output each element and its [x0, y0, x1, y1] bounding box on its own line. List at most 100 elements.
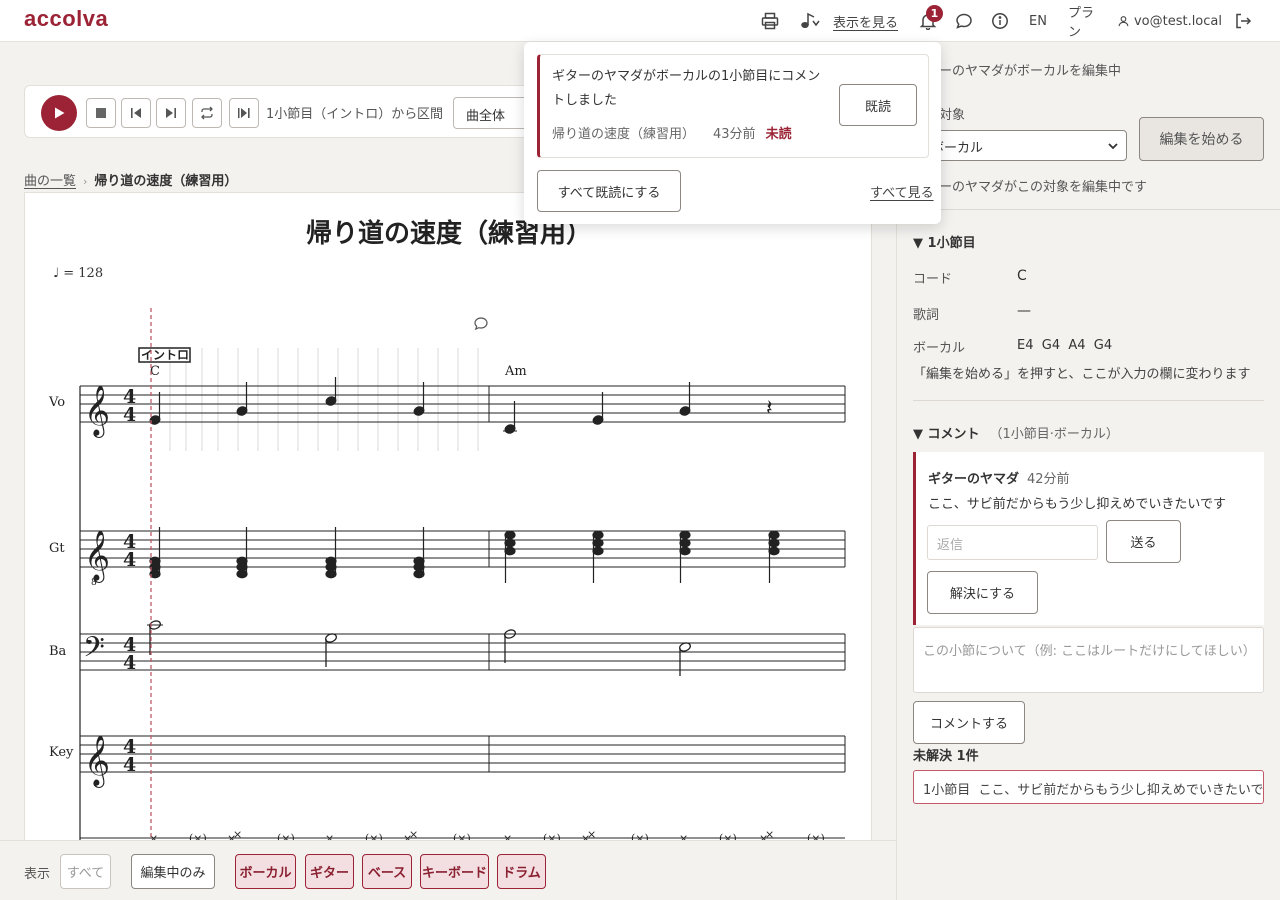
filter-vocal-button[interactable]: ボーカル: [235, 854, 296, 889]
notification-meta: 帰り道の速度（練習用） 43分前 未読: [552, 123, 792, 142]
rest-icon: 𝄽: [766, 396, 773, 421]
part-filter-bar: 表示 すべて 編集中のみ ボーカル ギター ベース キーボード ドラム: [0, 840, 896, 900]
edit-target-select[interactable]: ボーカル: [920, 130, 1127, 161]
user-menu[interactable]: vo@test.local: [1118, 0, 1222, 42]
comment-section-toggle[interactable]: ▼ コメント （1小節目·ボーカル）: [913, 423, 1119, 442]
mark-read-button[interactable]: 既読: [839, 84, 917, 126]
part-label-keyboard: Key: [49, 745, 74, 760]
previous-measure-button[interactable]: [121, 98, 151, 128]
jump-end-icon: [238, 108, 250, 118]
tempo-marking: ♩ = 128: [53, 266, 103, 281]
notification-song: 帰り道の速度（練習用）: [552, 127, 696, 142]
range-label: 区間: [417, 107, 444, 122]
user-email: vo@test.local: [1133, 13, 1222, 29]
unresolved-heading: 未解決 1件: [913, 749, 979, 764]
guitar-chords: [149, 527, 780, 583]
resolve-button[interactable]: 解決にする: [927, 571, 1038, 614]
submit-comment-button[interactable]: コメントする: [913, 701, 1025, 744]
new-comment-textarea[interactable]: この小節について（例: ここはルートだけにしてほしい）: [913, 627, 1264, 693]
notification-message: ギターのヤマダがボーカルの1小節目にコメントしました: [552, 69, 821, 108]
divider: [897, 209, 1280, 210]
send-reply-button[interactable]: 送る: [1106, 520, 1181, 563]
part-label-guitar: Gt: [49, 541, 65, 556]
next-measure-button[interactable]: [156, 98, 186, 128]
treble-clef-8vb-icon: 𝄞: [84, 530, 110, 583]
score-notes-icon[interactable]: [798, 0, 822, 42]
time-signature-bottom: 4: [123, 652, 136, 674]
score-view[interactable]: 帰り道の速度（練習用） ♩ = 128 イントロ C Am Vo 𝄞 4 4 𝄽…: [24, 192, 872, 900]
comment-author: ギターのヤマダ: [928, 472, 1020, 487]
comment-author-line: ギターのヤマダ 42分前: [928, 468, 1070, 487]
print-icon[interactable]: [758, 0, 782, 42]
time-signature-bottom: 4: [123, 549, 136, 571]
reply-input[interactable]: 返信: [927, 525, 1098, 560]
vocal-key: ボーカル: [913, 341, 966, 356]
transport-bar: 1小節目（イントロ）から 区間 曲全体: [24, 85, 545, 138]
section-marker: イントロ: [141, 348, 189, 362]
comment-context: （1小節目·ボーカル）: [989, 427, 1119, 442]
measure-section-toggle[interactable]: ▼ 1小節目: [913, 232, 976, 251]
filter-guitar-button[interactable]: ギター: [305, 854, 354, 889]
vocal-notes-value: E4 G4 A4 G4: [1017, 338, 1113, 353]
play-button[interactable]: [41, 95, 77, 131]
lyric-value: —: [1017, 303, 1031, 319]
bass-clef-icon: 𝄢: [83, 631, 105, 671]
notification-button[interactable]: 1: [914, 0, 943, 42]
chord-am: Am: [504, 364, 527, 379]
comment-heading: ▼ コメント: [913, 427, 980, 442]
logout-icon[interactable]: [1231, 0, 1255, 42]
time-signature-bottom: 4: [123, 754, 136, 776]
staff-keyboard[interactable]: Key 𝄞 4 4: [49, 735, 846, 788]
top-bar: accolva 表示を見る 1 EN プラン vo@test.local: [0, 0, 1280, 42]
filter-bass-button[interactable]: ベース: [362, 854, 412, 889]
playback-position: 1小節目（イントロ）から: [266, 107, 418, 122]
chord-key: コード: [913, 272, 953, 287]
language-toggle[interactable]: EN: [1026, 0, 1050, 42]
play-icon: [55, 107, 65, 119]
staff-bass[interactable]: Ba 𝄢 4 4: [49, 620, 846, 676]
time-signature-bottom: 4: [123, 404, 136, 426]
unread-badge: 未読: [765, 127, 792, 142]
breadcrumb-separator: ›: [83, 175, 88, 188]
mark-all-read-button[interactable]: すべて既読にする: [537, 170, 681, 212]
notification-item[interactable]: ギターのヤマダがボーカルの1小節目にコメントしました 帰り道の速度（練習用） 43…: [537, 54, 929, 158]
breadcrumb-song-list[interactable]: 曲の一覧: [24, 174, 76, 189]
skip-back-icon: [131, 108, 141, 118]
stop-button[interactable]: [86, 98, 116, 128]
jump-to-end-button[interactable]: [229, 98, 259, 128]
part-label-vocal: Vo: [48, 395, 65, 410]
filter-all-button[interactable]: すべて: [60, 854, 111, 889]
breadcrumb-current: 帰り道の速度（練習用）: [94, 174, 238, 189]
staff-vocal[interactable]: Vo 𝄞 4 4 𝄽: [48, 377, 846, 438]
comment-marker-icon[interactable]: [474, 317, 488, 331]
comment-thread: ギターのヤマダ 42分前 ここ、サビ前だからもう少し抑えめでいきたいです 返信 送…: [913, 452, 1264, 625]
editing-notice: ギターのヤマダがボーカルを編集中: [913, 64, 1122, 79]
divider: [913, 400, 1264, 401]
skip-forward-icon: [166, 108, 176, 118]
start-edit-button[interactable]: 編集を始める: [1139, 117, 1264, 161]
edit-grid: [169, 348, 479, 451]
notification-dropdown: ギターのヤマダがボーカルの1小節目にコメントしました 帰り道の速度（練習用） 43…: [524, 42, 941, 224]
see-all-notifications-link[interactable]: すべて見る: [870, 182, 934, 201]
comment-time: 42分前: [1027, 472, 1070, 487]
info-icon[interactable]: [988, 0, 1012, 42]
view-mode-link[interactable]: 表示を見る: [833, 0, 898, 42]
chord-value: C: [1017, 268, 1027, 284]
part-label-bass: Ba: [49, 644, 67, 659]
lyric-key: 歌詞: [913, 308, 940, 323]
loop-button[interactable]: [192, 98, 222, 128]
treble-clef-icon: 𝄞: [84, 735, 110, 788]
filter-drums-button[interactable]: ドラム: [497, 854, 546, 889]
staff-guitar[interactable]: Gt 𝄞 8 4 4: [49, 527, 846, 588]
filter-keyboard-button[interactable]: キーボード: [420, 854, 489, 889]
bass-notes: [147, 620, 691, 676]
treble-clef-icon: 𝄞: [84, 385, 110, 438]
repeat-icon: [201, 106, 213, 120]
user-icon: [1118, 16, 1129, 27]
plan-link[interactable]: プラン: [1068, 0, 1104, 42]
app-logo[interactable]: accolva: [24, 6, 108, 32]
comment-icon[interactable]: [952, 0, 976, 42]
edit-hint: 「編集を始める」を押すと、ここが入力の欄に変わります: [913, 367, 1251, 382]
filter-editing-only-button[interactable]: 編集中のみ: [131, 854, 215, 889]
unresolved-comment-item[interactable]: 1小節目 ここ、サビ前だからもう少し抑えめでいきたいです: [913, 770, 1264, 804]
